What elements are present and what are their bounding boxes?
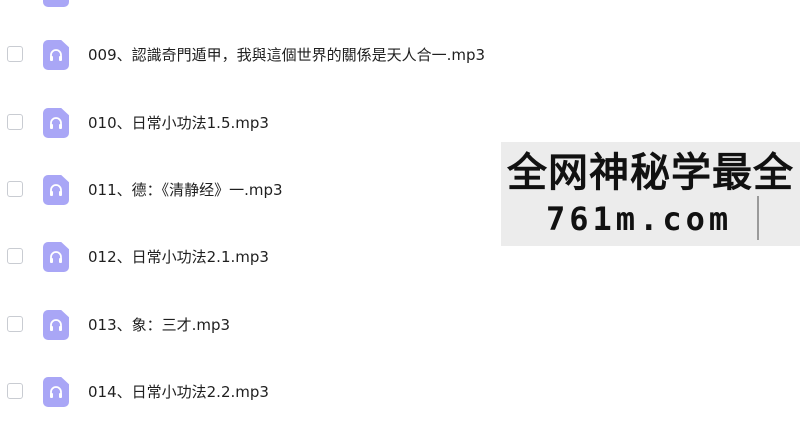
row-checkbox[interactable] [7,248,23,264]
row-checkbox[interactable] [7,316,23,332]
watermark-url: 761m.com [546,200,733,238]
row-checkbox[interactable] [7,114,23,130]
audio-file-icon [43,0,69,7]
audio-file-icon [43,40,69,70]
file-name[interactable]: 011、德：《清静经》一.mp3 [88,180,283,200]
audio-file-icon [43,242,69,272]
file-name[interactable]: 009、認識奇門遁甲，我與這個世界的關係是天人合一.mp3 [88,45,485,65]
file-name[interactable]: 010、日常小功法1.5.mp3 [88,113,269,133]
list-item[interactable]: 010、日常小功法1.5.mp3 [0,101,800,145]
watermark: 全网神秘学最全 761m.com [501,142,800,246]
row-checkbox[interactable] [7,46,23,62]
audio-file-icon [43,108,69,138]
list-item[interactable]: 009、認識奇門遁甲，我與這個世界的關係是天人合一.mp3 [0,33,800,77]
list-item-partial[interactable] [0,0,800,14]
file-name[interactable]: 013、象：三才.mp3 [88,315,230,335]
watermark-divider [757,196,759,240]
list-item[interactable]: 013、象：三才.mp3 [0,303,800,347]
list-item[interactable]: 014、日常小功法2.2.mp3 [0,370,800,414]
audio-file-icon [43,310,69,340]
file-name[interactable]: 014、日常小功法2.2.mp3 [88,382,269,402]
audio-file-icon [43,377,69,407]
audio-file-icon [43,175,69,205]
watermark-title: 全网神秘学最全 [507,150,794,196]
file-name[interactable]: 012、日常小功法2.1.mp3 [88,247,269,267]
row-checkbox[interactable] [7,383,23,399]
row-checkbox[interactable] [7,181,23,197]
